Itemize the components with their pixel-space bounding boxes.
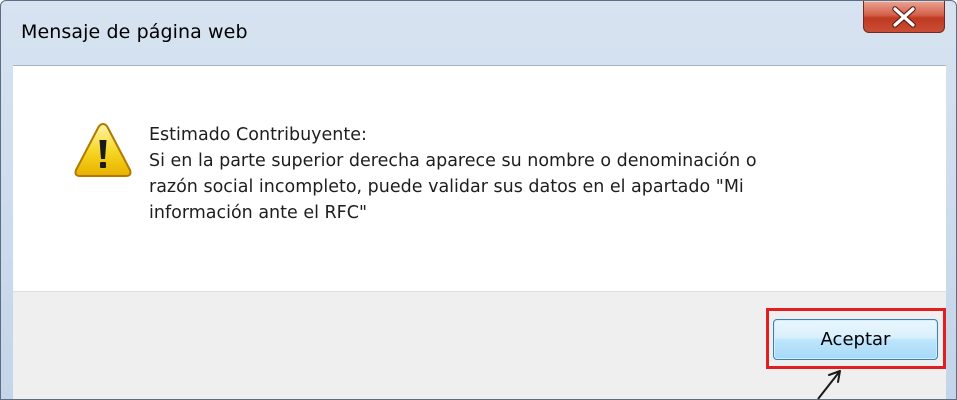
message-line: Si en la parte superior derecha aparece … (149, 151, 757, 171)
message-line: información ante el RFC" (149, 203, 368, 223)
title-bar[interactable]: Mensaje de página web (1, 1, 956, 65)
arrow-annotation-icon (817, 370, 841, 400)
message-line: Estimado Contribuyente: (149, 125, 367, 145)
message-line: razón social incompleto, puede validar s… (149, 177, 744, 197)
warning-icon (74, 122, 132, 177)
close-button[interactable] (863, 1, 945, 33)
message-text: Estimado Contribuyente: Si en la parte s… (149, 122, 929, 226)
message-area: Estimado Contribuyente: Si en la parte s… (13, 65, 946, 291)
dialog-title: Mensaje de página web (21, 21, 248, 43)
close-icon (892, 6, 916, 28)
accept-button[interactable]: Aceptar (773, 319, 938, 360)
